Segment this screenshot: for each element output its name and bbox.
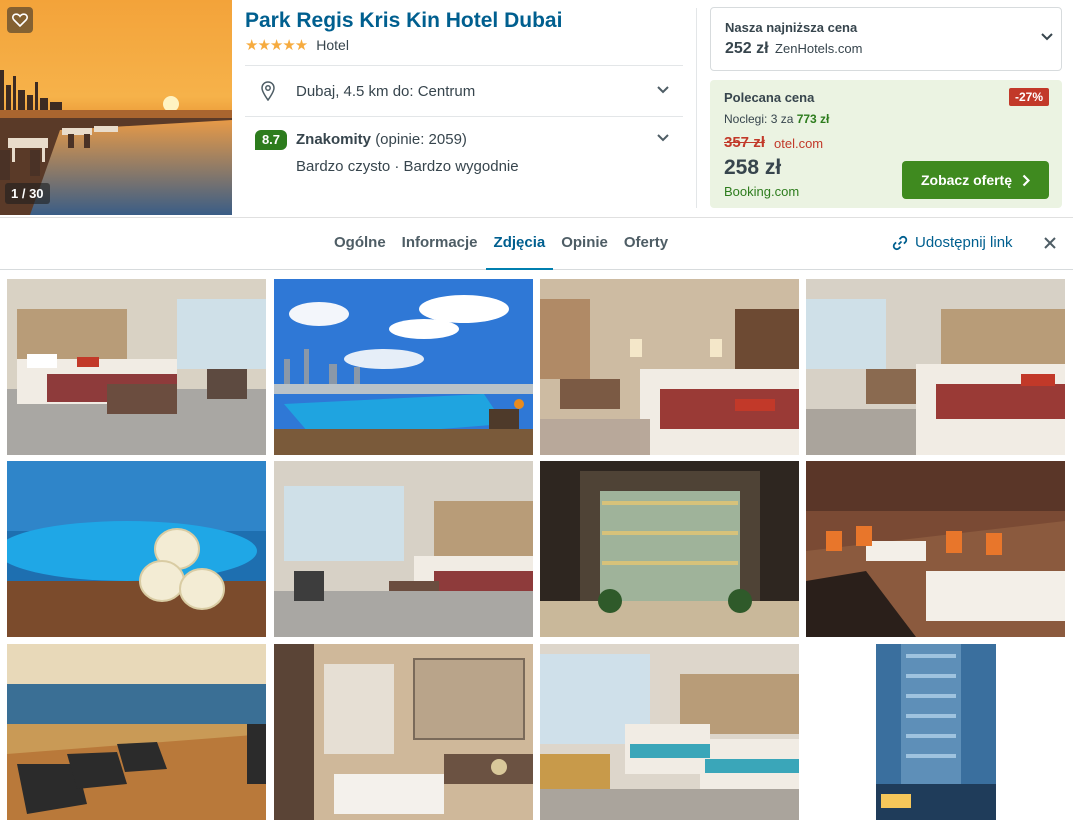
old-price: 357 zł [724,134,765,151]
deal-provider: Booking.com [724,184,800,199]
view-deal-label: Zobacz ofertę [920,172,1012,188]
old-price-provider: otel.com [774,136,824,151]
lowest-price-line: 252 zł ZenHotels.com [725,40,862,58]
location-row[interactable]: Dubaj, 4.5 km do: Centrum [245,65,683,117]
hotel-type: Hotel [316,37,349,53]
fitness-center-photo [7,644,266,820]
hotel-name[interactable]: Park Regis Kris Kin Hotel Dubai [245,9,685,33]
heart-outline-icon [12,13,28,27]
gallery-photo[interactable] [274,279,533,455]
lowest-price-box[interactable]: Nasza najniższa cena 252 zł ZenHotels.co… [710,7,1062,71]
score-label: Znakomity [296,131,372,148]
link-icon [892,235,908,250]
tab-overview[interactable]: Ogólne [326,218,394,270]
share-link-button[interactable]: Udostępnij link [892,234,1013,251]
tab-list: Ogólne Informacje Zdjęcia Opinie Oferty [326,218,676,270]
chevron-down-icon [1041,33,1053,41]
chevron-down-icon [657,86,669,94]
lowest-price-value: 252 zł [725,40,769,57]
star-rating: ★★★★★ [245,37,308,54]
hotel-room-photo [540,279,799,455]
tab-info[interactable]: Informacje [394,218,486,270]
detail-tabs: Ogólne Informacje Zdjęcia Opinie Oferty … [0,218,1073,270]
discount-badge: -27% [1008,88,1049,106]
gallery-photo[interactable] [274,461,533,637]
lowest-price-label: Nasza najniższa cena [725,20,858,35]
lowest-price-provider: ZenHotels.com [775,41,863,56]
tab-photos[interactable]: Zdjęcia [485,218,554,270]
hotel-room-photo [7,279,266,455]
gallery-photo[interactable] [806,644,1065,820]
bathroom-photo [274,644,533,820]
favorite-button[interactable] [7,7,33,33]
chevron-right-icon [1022,174,1030,186]
gallery-photo[interactable] [540,461,799,637]
score-badge: 8.7 [255,130,287,150]
restaurant-photo [806,461,1065,637]
gallery-photo[interactable] [540,279,799,455]
tab-reviews[interactable]: Opinie [553,218,616,270]
featured-deal: Polecana cena -27% Noclegi: 3 za 773 zł … [710,80,1062,208]
score-summary: Znakomity (opinie: 2059) [296,131,467,148]
chevron-down-icon [657,134,669,142]
close-icon [1044,237,1056,249]
view-deal-button[interactable]: Zobacz ofertę [902,161,1049,199]
hotel-entrance-photo [540,461,799,637]
hotel-class: ★★★★★ Hotel [245,36,685,54]
tab-deals[interactable]: Oferty [616,218,676,270]
hotel-tower-photo [806,644,1065,820]
gallery-photo[interactable] [806,461,1065,637]
gallery-photo[interactable] [540,644,799,820]
nights-prefix: Noclegi: 3 za [724,112,797,126]
gallery-photo[interactable] [7,644,266,820]
spa-towels-photo [7,461,266,637]
hero-photo[interactable]: 1 / 30 [0,0,232,215]
gallery-photo[interactable] [7,279,266,455]
deal-label: Polecana cena [724,90,815,105]
gallery-photo[interactable] [806,279,1065,455]
photo-counter: 1 / 30 [5,183,50,204]
hotel-room-photo [806,279,1065,455]
nights-total: Noclegi: 3 za 773 zł [724,112,829,126]
hotel-info: Park Regis Kris Kin Hotel Dubai ★★★★★ Ho… [245,0,685,175]
rooftop-pool-photo [274,279,533,455]
location-text: Dubaj, 4.5 km do: Centrum [296,83,476,100]
share-link-label: Udostępnij link [915,234,1013,251]
gallery-photo[interactable] [274,644,533,820]
map-pin-icon [261,81,275,101]
hotel-room-photo [274,461,533,637]
vertical-divider [696,8,697,208]
hotel-card: 1 / 30 Park Regis Kris Kin Hotel Dubai ★… [0,0,1073,218]
deal-price: 258 zł [724,156,782,179]
review-count: (opinie: 2059) [375,131,467,148]
gallery-photo[interactable] [7,461,266,637]
review-score-row[interactable]: 8.7 Znakomity (opinie: 2059) Bardzo czys… [245,118,683,188]
twin-room-photo [540,644,799,820]
nights-total-price: 773 zł [796,112,830,126]
score-highlights: Bardzo czysto · Bardzo wygodnie [296,158,519,175]
close-button[interactable] [1044,233,1056,253]
